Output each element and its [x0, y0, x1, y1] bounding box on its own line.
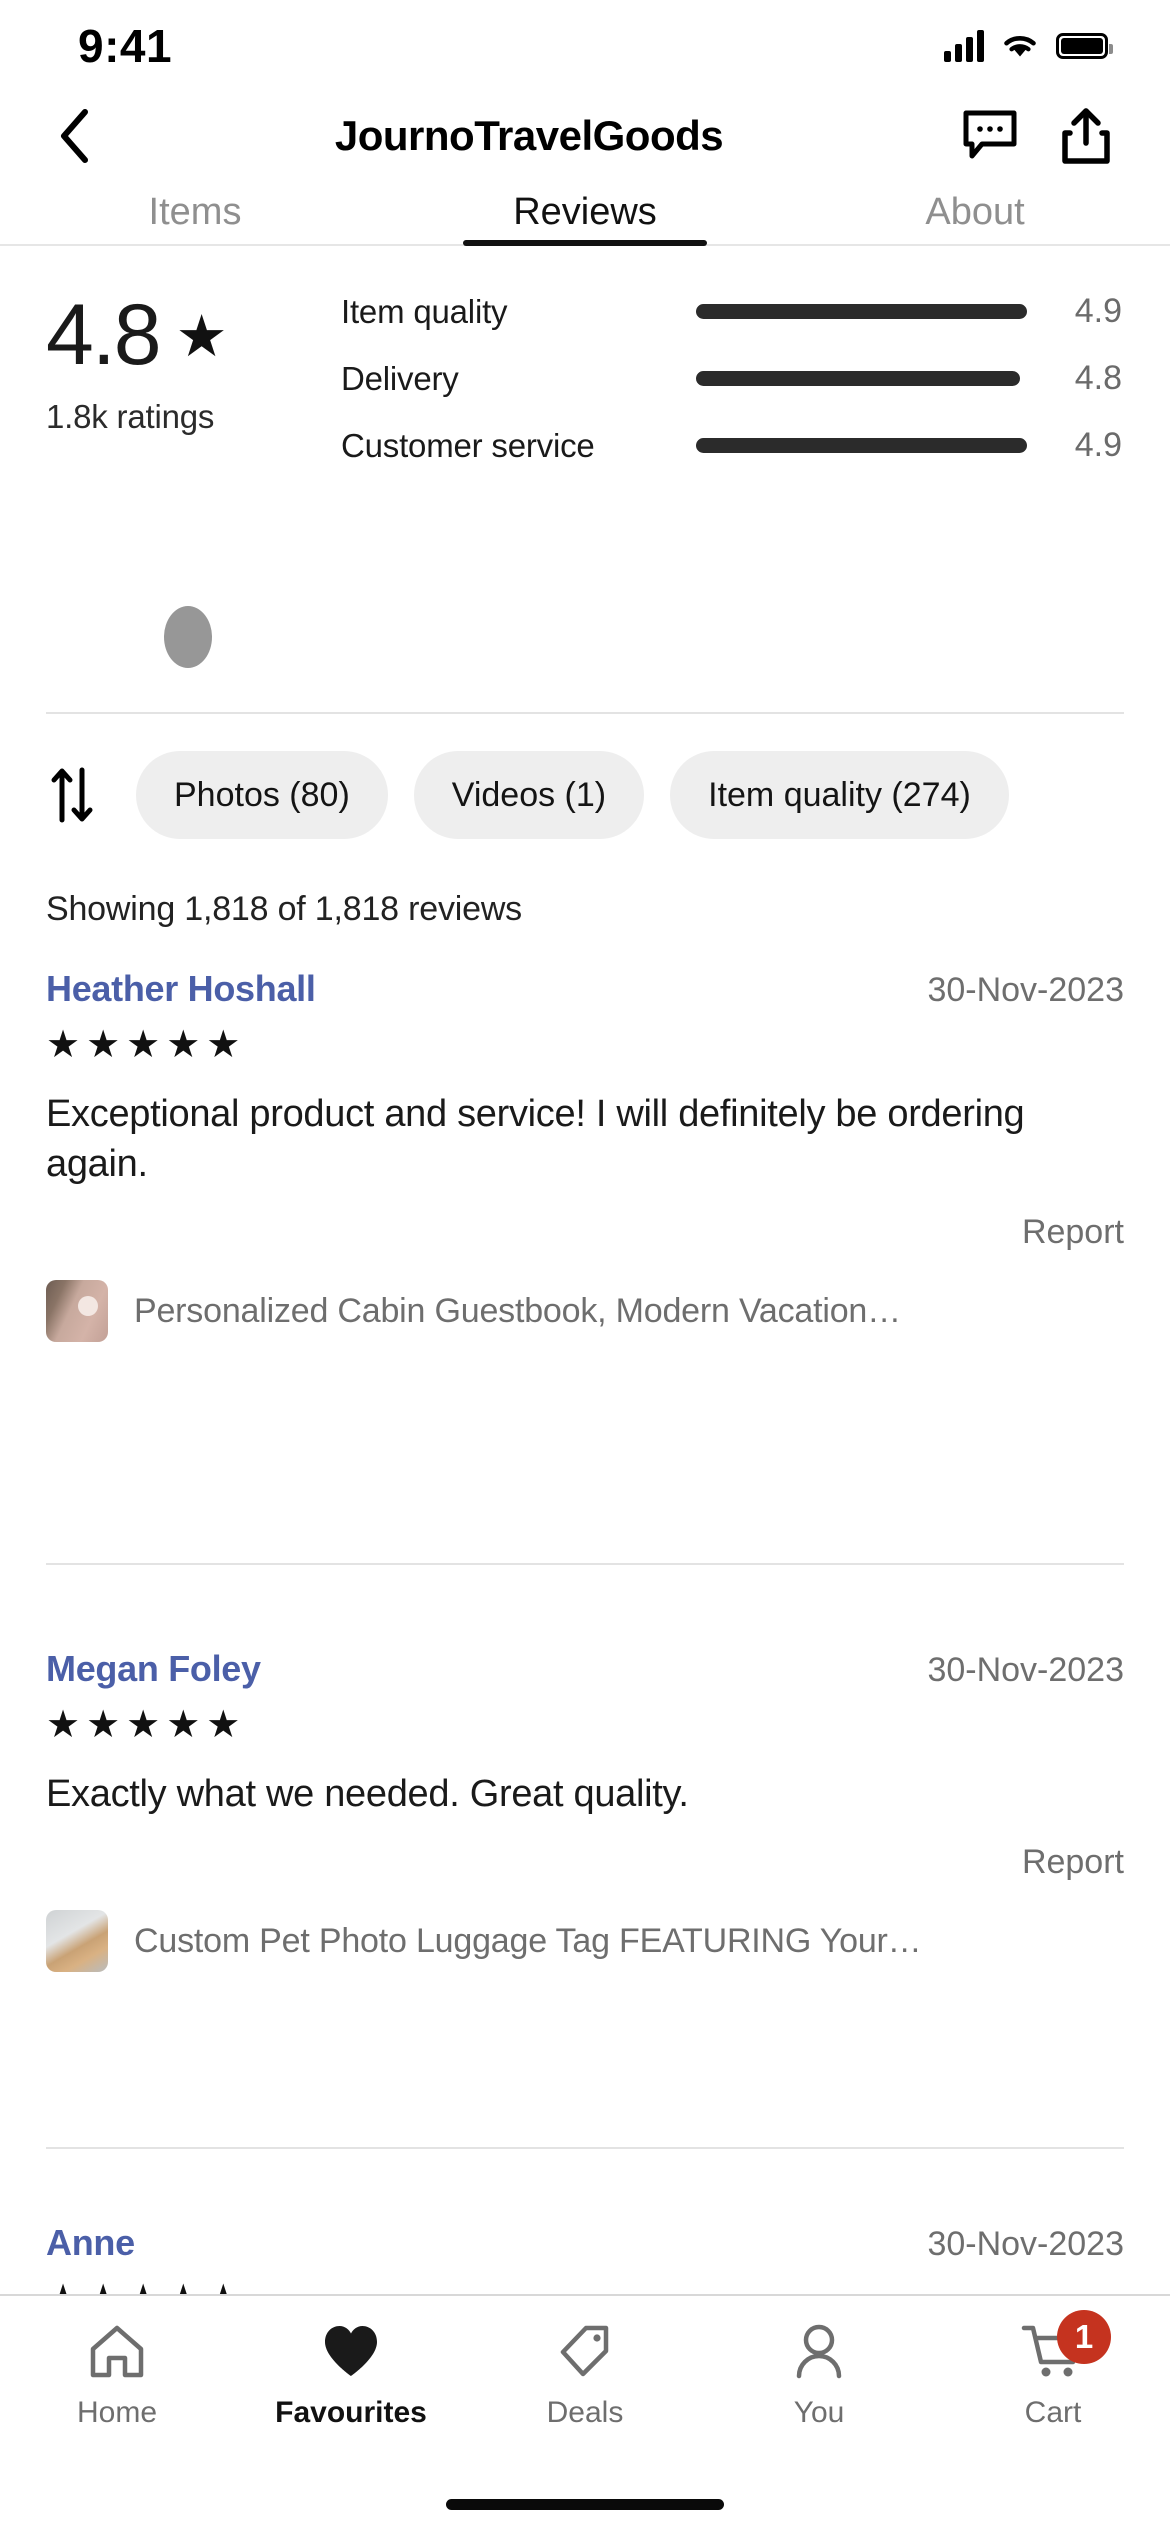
- home-icon: [88, 2320, 146, 2382]
- bottom-tab-you[interactable]: You: [702, 2320, 936, 2466]
- overall-score-row: 4.8 ★: [46, 292, 341, 378]
- sort-button[interactable]: [40, 763, 104, 827]
- review-date: 30-Nov-2023: [927, 1651, 1124, 1689]
- review-date: 30-Nov-2023: [927, 2225, 1124, 2263]
- report-link[interactable]: Report: [46, 1843, 1124, 1882]
- page-title: JournoTravelGoods: [334, 112, 724, 159]
- item-thumbnail: [46, 1280, 108, 1343]
- shopping-cart-icon: 1: [1021, 2310, 1111, 2382]
- tab-reviews[interactable]: Reviews: [390, 180, 780, 244]
- breakdown-bar: [696, 371, 1034, 386]
- item-title: Custom Pet Photo Luggage Tag FEATURING Y…: [134, 1921, 922, 1960]
- report-link[interactable]: Report: [46, 1213, 1124, 1252]
- review-header: Megan Foley 30-Nov-2023: [46, 1648, 1124, 1690]
- review-header: Anne 30-Nov-2023: [46, 2222, 1124, 2264]
- bottom-tab-label: You: [793, 2396, 845, 2429]
- bottom-tab-items: Home Favourites Deals You 1 Cart: [0, 2296, 1170, 2466]
- cellular-signal-icon: [944, 30, 984, 62]
- review-date: 30-Nov-2023: [927, 971, 1124, 1009]
- breakdown-label: Item quality: [341, 292, 508, 330]
- chevron-left-icon: [61, 109, 88, 163]
- breakdown-row-item-quality: Item quality 4.9: [341, 278, 1122, 345]
- tab-items[interactable]: Items: [0, 180, 390, 244]
- overall-score: 4.8: [46, 287, 162, 383]
- section-tabs: Items Reviews About: [0, 180, 1170, 246]
- breakdown-value: 4.9: [1074, 292, 1122, 330]
- ratings-count: 1.8k ratings: [46, 398, 215, 435]
- bottom-tab-favourites[interactable]: Favourites: [234, 2320, 468, 2466]
- message-bubble-icon: [963, 110, 1017, 159]
- filter-chip-videos[interactable]: Videos (1): [413, 751, 645, 839]
- rating-breakdown: Item quality 4.9 Delivery 4.8 Customer s…: [341, 272, 1122, 479]
- cart-badge: 1: [1057, 2310, 1111, 2364]
- filter-chip-photos[interactable]: Photos (80): [136, 751, 388, 839]
- status-bar-time: 9:41: [78, 20, 173, 72]
- item-title: Personalized Cabin Guestbook, Modern Vac…: [134, 1291, 901, 1330]
- breakdown-bar: [696, 438, 1034, 453]
- review-text: Exactly what we needed. Great quality.: [46, 1773, 689, 1815]
- heart-filled-icon: [321, 2320, 381, 2382]
- item-thumbnail: [46, 1910, 108, 1973]
- cursor-pointer: [164, 606, 212, 668]
- screen: 9:41 JournoTravelGoods Items Reviews Abo…: [0, 0, 1170, 2532]
- rating-summary: 4.8 ★ 1.8k ratings Item quality 4.9 Deli…: [0, 272, 1170, 479]
- reviewed-item-row[interactable]: Custom Pet Photo Luggage Tag FEATURING Y…: [46, 1910, 1124, 1973]
- breakdown-value: 4.9: [1074, 426, 1122, 464]
- filter-chip-item-quality[interactable]: Item quality (274): [670, 751, 1009, 839]
- tag-icon: [556, 2320, 614, 2382]
- navigation-bar: JournoTravelGoods: [0, 92, 1170, 180]
- reviewed-item-row[interactable]: Personalized Cabin Guestbook, Modern Vac…: [46, 1280, 1124, 1343]
- status-bar-indicators: [944, 30, 1113, 62]
- filter-bar: Photos (80) Videos (1) Item quality (274…: [0, 745, 1170, 845]
- review-item: Heather Hoshall 30-Nov-2023 ★★★★★ Except…: [46, 968, 1124, 1343]
- reviewer-name[interactable]: Anne: [46, 2222, 135, 2264]
- breakdown-bar: [696, 304, 1034, 319]
- status-bar: 9:41: [0, 0, 1170, 92]
- breakdown-label: Delivery: [341, 359, 459, 397]
- bottom-tab-label: Cart: [1024, 2396, 1082, 2429]
- divider: [46, 2147, 1124, 2149]
- bottom-tab-label: Favourites: [275, 2396, 427, 2429]
- tab-about[interactable]: About: [780, 180, 1170, 244]
- person-icon: [790, 2320, 848, 2382]
- wifi-icon: [1004, 35, 1036, 57]
- breakdown-value: 4.8: [1074, 359, 1122, 397]
- star-filled-icon: ★: [175, 304, 228, 369]
- divider: [46, 712, 1124, 714]
- battery-icon: [1056, 33, 1113, 59]
- bottom-tab-bar: Home Favourites Deals You 1 Cart: [0, 2294, 1170, 2532]
- review-item: Megan Foley 30-Nov-2023 ★★★★★ Exactly wh…: [46, 1648, 1124, 1973]
- reviewer-name[interactable]: Heather Hoshall: [46, 968, 316, 1010]
- sort-arrows-icon: [51, 767, 93, 823]
- bottom-tab-cart[interactable]: 1 Cart: [936, 2310, 1170, 2466]
- share-icon: [1062, 108, 1110, 164]
- results-count: Showing 1,818 of 1,818 reviews: [46, 890, 522, 928]
- overall-rating: 4.8 ★ 1.8k ratings: [46, 272, 341, 479]
- bottom-tab-label: Deals: [546, 2396, 624, 2429]
- nav-actions: [962, 108, 1114, 164]
- bottom-tab-home[interactable]: Home: [0, 2320, 234, 2466]
- review-star-rating: ★★★★★: [46, 1024, 247, 1066]
- review-star-rating: ★★★★★: [46, 1704, 247, 1746]
- review-text: Exceptional product and service! I will …: [46, 1093, 1025, 1186]
- bottom-tab-label: Home: [76, 2396, 158, 2429]
- message-button[interactable]: [962, 108, 1018, 164]
- bottom-tab-deals[interactable]: Deals: [468, 2320, 702, 2466]
- review-header: Heather Hoshall 30-Nov-2023: [46, 968, 1124, 1010]
- breakdown-row-customer-service: Customer service 4.9: [341, 412, 1122, 479]
- share-button[interactable]: [1058, 108, 1114, 164]
- reviewer-name[interactable]: Megan Foley: [46, 1648, 261, 1690]
- home-indicator: [446, 2499, 724, 2510]
- breakdown-row-delivery: Delivery 4.8: [341, 345, 1122, 412]
- divider: [46, 1563, 1124, 1565]
- breakdown-label: Customer service: [341, 426, 595, 464]
